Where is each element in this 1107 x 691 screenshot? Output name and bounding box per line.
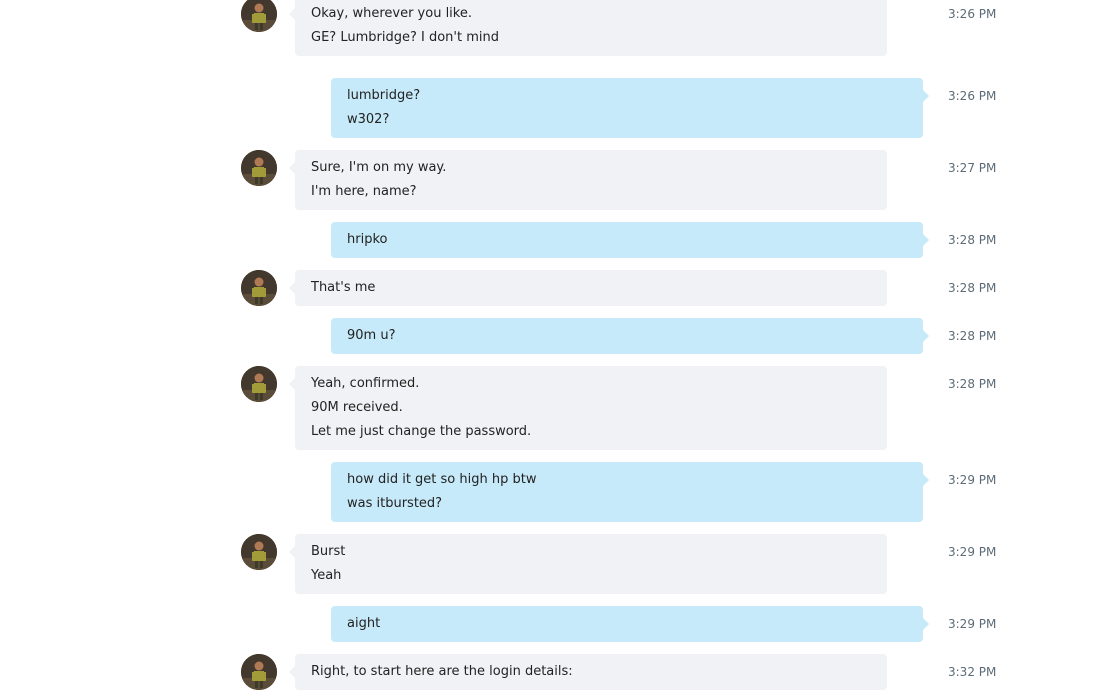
message-bubble[interactable]: Burst Yeah xyxy=(289,534,887,594)
message-bubble[interactable]: hripko xyxy=(331,222,929,258)
message-text: how did it get so high hp btw xyxy=(347,472,537,487)
message-timestamp: 3:26 PM xyxy=(948,7,997,21)
message-text: Yeah, confirmed. xyxy=(311,376,420,391)
message-text: lumbridge? xyxy=(347,88,421,103)
message-text: 90M received. xyxy=(311,400,403,415)
contact-avatar-icon[interactable] xyxy=(241,366,277,402)
message-text: Let me just change the password. xyxy=(311,424,532,439)
message-bubble[interactable]: how did it get so high hp btw was itburst… xyxy=(331,462,929,522)
message-text: hripko xyxy=(347,232,388,247)
message-text: was itbursted? xyxy=(347,496,443,511)
message-timestamp: 3:28 PM xyxy=(948,377,997,391)
message-timestamp: 3:27 PM xyxy=(948,161,997,175)
message-timestamp: 3:26 PM xyxy=(948,89,997,103)
message-text: Right, to start here are the login detai… xyxy=(311,664,573,679)
message-text: w302? xyxy=(347,112,390,127)
contact-avatar-icon[interactable] xyxy=(241,0,277,32)
message-bubble[interactable]: Sure, I'm on my way. I'm here, name? xyxy=(289,150,887,210)
message-timestamp: 3:32 PM xyxy=(948,665,997,679)
message-text: That's me xyxy=(311,280,376,295)
message-bubble[interactable]: Right, to start here are the login detai… xyxy=(289,654,887,690)
contact-avatar-icon[interactable] xyxy=(241,534,277,570)
message-bubble[interactable]: aight xyxy=(331,606,929,642)
message-text: 90m u? xyxy=(347,328,396,343)
message-bubble[interactable]: lumbridge? w302? xyxy=(331,78,929,138)
message-bubble[interactable]: 90m u? xyxy=(331,318,929,354)
message-text: aight xyxy=(347,616,381,631)
message-timestamp: 3:28 PM xyxy=(948,281,997,295)
message-timestamp: 3:29 PM xyxy=(948,473,997,487)
contact-avatar-icon[interactable] xyxy=(241,654,277,690)
message-timestamp: 3:29 PM xyxy=(948,617,997,631)
message-text: Okay, wherever you like. xyxy=(311,6,472,21)
contact-avatar-icon[interactable] xyxy=(241,150,277,186)
message-bubble[interactable]: That's me xyxy=(289,270,887,306)
message-bubble[interactable]: Yeah, confirmed. 90M received. Let me just… xyxy=(289,366,887,450)
message-text: I'm here, name? xyxy=(311,184,417,199)
contact-avatar-icon[interactable] xyxy=(241,270,277,306)
message-timestamp: 3:29 PM xyxy=(948,545,997,559)
message-timestamp: 3:28 PM xyxy=(948,329,997,343)
message-text: Burst xyxy=(311,544,346,559)
message-text: GE? Lumbridge? I don't mind xyxy=(311,30,499,45)
message-bubble[interactable]: Okay, wherever you like. GE? Lumbridge? I… xyxy=(289,0,887,56)
message-text: Yeah xyxy=(311,568,342,583)
message-timestamp: 3:28 PM xyxy=(948,233,997,247)
message-text: Sure, I'm on my way. xyxy=(311,160,447,175)
